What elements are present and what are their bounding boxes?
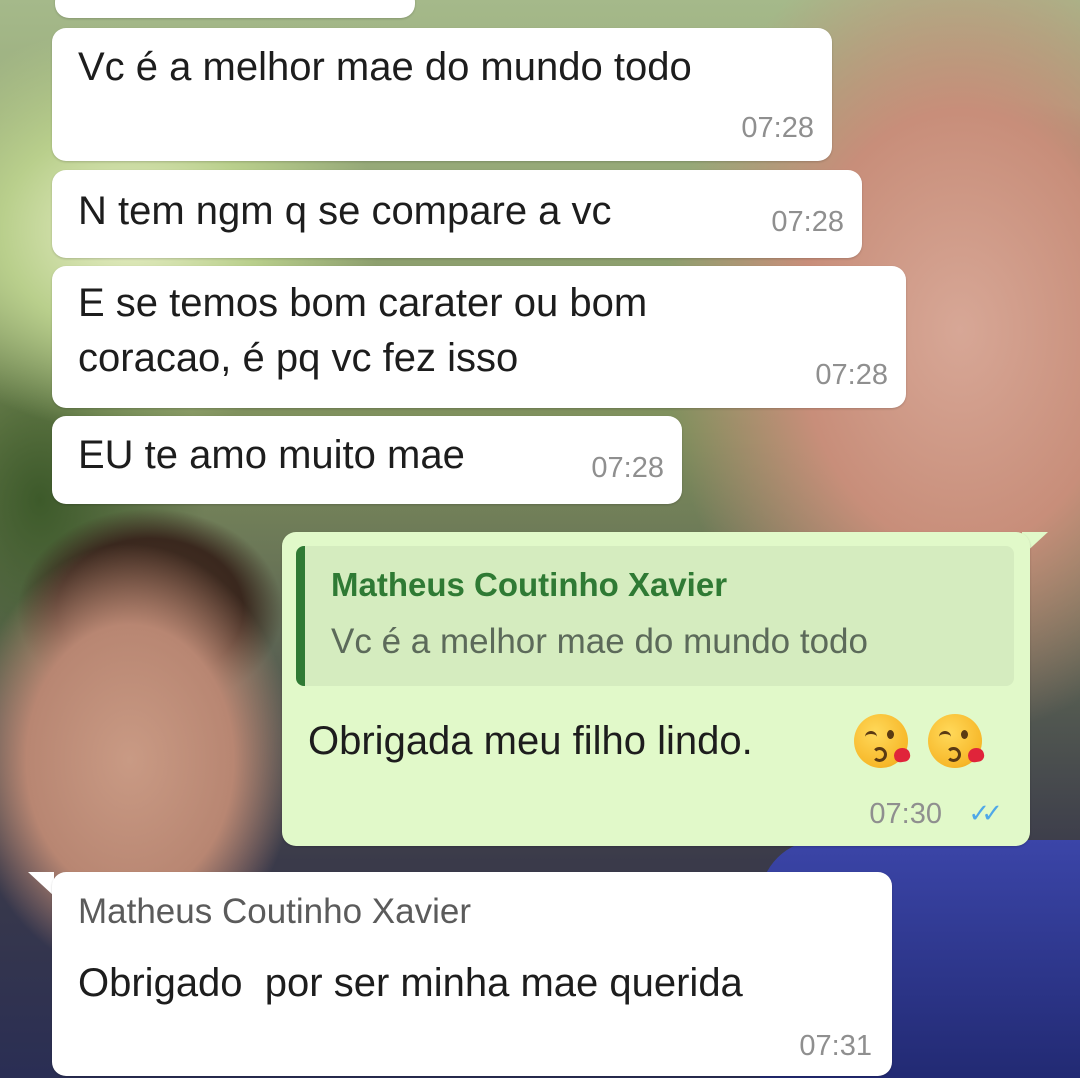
message-time: 07:28 [591, 452, 664, 484]
message-bubble[interactable]: E se temos bom carater ou bom coracao, é… [52, 266, 906, 408]
message-time: 07:28 [741, 112, 814, 144]
reply-message-bubble[interactable]: Matheus Coutinho Xavier Vc é a melhor ma… [282, 532, 1030, 846]
message-text: Obrigado por ser minha mae querida [78, 961, 743, 1005]
quoted-message[interactable]: Matheus Coutinho Xavier Vc é a melhor ma… [296, 546, 1014, 686]
message-time: 07:31 [799, 1030, 872, 1062]
sender-name: Matheus Coutinho Xavier [78, 892, 471, 931]
quoted-sender-name: Matheus Coutinho Xavier [331, 566, 728, 603]
message-bubble[interactable]: N tem ngm q se compare a vc 07:28 [52, 170, 862, 258]
message-bubble[interactable]: Matheus Coutinho Xavier Obrigado por ser… [52, 872, 892, 1076]
read-receipt-icon: ✓✓ [968, 798, 1002, 828]
message-time: 07:30 [869, 798, 942, 830]
kissing-face-icon [928, 714, 986, 768]
kissing-face-icon [854, 714, 912, 768]
message-text: N tem ngm q se compare a vc [78, 189, 612, 233]
message-text: Obrigada meu filho lindo. [308, 719, 753, 763]
message-text: EU te amo muito mae [78, 433, 465, 477]
message-time: 07:28 [815, 359, 888, 391]
partial-message-bubble [55, 0, 415, 18]
message-text: Vc é a melhor mae do mundo todo [78, 45, 692, 89]
message-time: 07:28 [771, 206, 844, 238]
message-text: E se temos bom carater ou bom coracao, é… [78, 281, 648, 380]
message-bubble[interactable]: EU te amo muito mae 07:28 [52, 416, 682, 504]
quoted-message-text: Vc é a melhor mae do mundo todo [331, 622, 868, 661]
bubble-tail [28, 872, 54, 896]
message-bubble[interactable]: Vc é a melhor mae do mundo todo 07:28 [52, 28, 832, 161]
